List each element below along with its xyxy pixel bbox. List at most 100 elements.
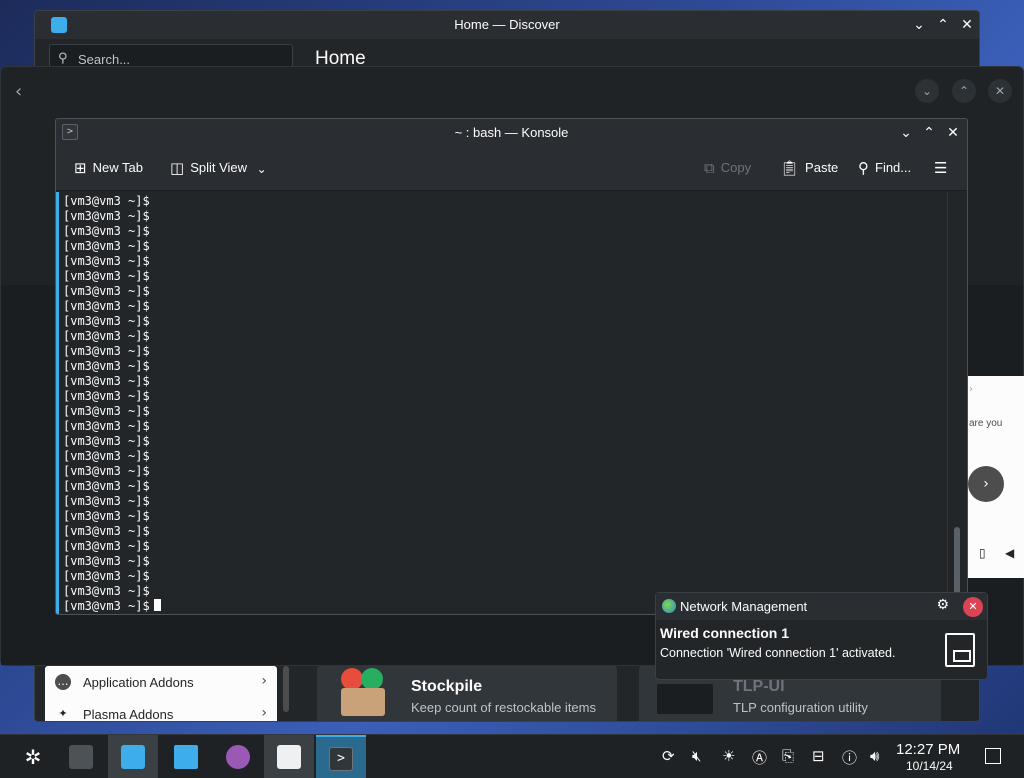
konsole-titlebar[interactable]: > ~ : bash — Konsole ⌄ ⌃ ✕ — [56, 119, 967, 147]
copy-button[interactable]: ⧉ Copy — [704, 159, 751, 179]
sidebar-item-application-addons[interactable]: … Application Addons › — [45, 668, 277, 696]
taskbar-store[interactable] — [264, 735, 314, 778]
chevron-up-icon[interactable]: ⌃ — [952, 79, 976, 103]
copy-label: Copy — [720, 160, 752, 175]
notification-header: Network Management ⚙ ✕ — [656, 593, 987, 620]
discover-icon — [121, 745, 145, 769]
app-launcher-button[interactable]: ✲ — [8, 735, 58, 778]
new-tab-label: New Tab — [92, 160, 143, 175]
dolphin-icon — [174, 745, 198, 769]
split-view-button[interactable]: ◫ Split View ⌄ — [170, 159, 273, 179]
help-icon[interactable]: ⓘ — [842, 747, 857, 768]
terminal-line: [vm3@vm3 ~]$ — [63, 584, 150, 598]
chevron-down-icon: ⌄ — [256, 162, 267, 176]
search-icon: ⚲ — [858, 159, 869, 177]
taskbar-browser[interactable] — [213, 735, 263, 778]
configure-icon[interactable]: ⚙ — [936, 597, 949, 613]
terminal-line: [vm3@vm3 ~]$ — [63, 524, 150, 538]
close-icon[interactable]: ✕ — [943, 123, 963, 143]
terminal-view[interactable]: [vm3@vm3 ~]$ [vm3@vm3 ~]$ [vm3@vm3 ~]$ [vm3… — [56, 192, 948, 614]
terminal-line: [vm3@vm3 ~]$ — [63, 299, 150, 313]
network-wired-icon — [945, 633, 975, 667]
terminal-line: [vm3@vm3 ~]$ — [63, 434, 150, 448]
terminal-line: [vm3@vm3 ~]$ — [63, 419, 150, 433]
brightness-icon[interactable]: ☀ — [722, 747, 735, 765]
volume-mute-icon[interactable]: 🔇︎ — [692, 747, 701, 765]
konsole-window[interactable]: > ~ : bash — Konsole ⌄ ⌃ ✕ ⊞ New Tab ◫ Spl… — [55, 118, 968, 615]
clipboard-icon[interactable]: ⎘ — [782, 747, 794, 765]
chevron-right-icon: › — [261, 705, 267, 721]
network-wired-icon[interactable]: ⊟ — [812, 747, 825, 765]
chevron-right-icon: › — [969, 384, 973, 395]
discover-titlebar[interactable]: Home — Discover ⌄ ⌃ ✕ — [35, 11, 979, 39]
background-window-peek[interactable]: › are you › ▯ ◀ — [965, 376, 1024, 578]
notification-popup[interactable]: Network Management ⚙ ✕ Wired connection … — [655, 592, 988, 680]
taskbar-discover[interactable] — [108, 735, 158, 778]
terminal-cursor — [153, 599, 161, 611]
terminal-output: [vm3@vm3 ~]$ [vm3@vm3 ~]$ [vm3@vm3 ~]$ [vm3… — [63, 194, 161, 614]
app-description: Keep count of restockable items — [411, 700, 596, 715]
terminal-line: [vm3@vm3 ~]$ — [63, 224, 150, 238]
taskbar-dolphin[interactable] — [161, 735, 211, 778]
split-view-label: Split View — [190, 160, 248, 175]
app-name: Stockpile — [411, 678, 483, 695]
find-button[interactable]: ⚲ Find... — [858, 159, 911, 179]
more-icon: … — [55, 674, 71, 690]
search-placeholder: Search... — [78, 52, 131, 67]
scrollbar[interactable] — [283, 666, 289, 712]
app-description: TLP configuration utility — [733, 700, 868, 715]
next-button[interactable]: › — [968, 466, 1004, 502]
paste-button[interactable]: 📋︎ Paste — [780, 159, 838, 179]
back-icon[interactable]: ‹ — [15, 81, 22, 102]
minimize-icon[interactable]: ⌄ — [909, 15, 929, 35]
find-label: Find... — [875, 160, 912, 175]
clock-time[interactable]: 12:27 PM — [896, 741, 960, 758]
app-name: TLP-UI — [733, 678, 785, 695]
terminal-line: [vm3@vm3 ~]$ — [63, 209, 150, 223]
taskbar-system-settings[interactable] — [56, 735, 106, 778]
split-view-icon: ◫ — [170, 159, 185, 177]
terminal-line: [vm3@vm3 ~]$ — [63, 329, 150, 343]
chevron-right-icon: › — [261, 673, 267, 689]
terminal-line: [vm3@vm3 ~]$ — [63, 389, 150, 403]
terminal-line: [vm3@vm3 ~]$ — [63, 374, 150, 388]
updates-icon[interactable]: ⟳ — [662, 747, 675, 765]
terminal-line: [vm3@vm3 ~]$ — [63, 359, 150, 373]
notification-body: Connection 'Wired connection 1' activate… — [660, 646, 896, 660]
network-management-icon — [662, 599, 676, 613]
clipboard-icon: ▯ — [979, 546, 986, 560]
peek-text: are you — [969, 418, 1003, 429]
terminal-scrollbar[interactable] — [947, 192, 967, 614]
app-card-stockpile[interactable]: Stockpile Keep count of restockable item… — [317, 666, 617, 721]
konsole-toolbar: ⊞ New Tab ◫ Split View ⌄ ⧉ Copy 📋︎ Paste ⚲ Fi… — [56, 147, 967, 191]
maximize-icon[interactable]: ⌃ — [933, 15, 953, 35]
taskbar-konsole[interactable]: > — [316, 735, 366, 778]
taskbar: ✲ > ⟳ 🔇︎ ☀ Ⓐ ⎘ ⊟ ⓘ 🔊︎ ⌃ 12:27 PM 10/14/2… — [0, 734, 1024, 778]
paste-label: Paste — [805, 160, 839, 175]
close-icon[interactable]: ✕ — [963, 597, 983, 617]
notification-summary: Wired connection 1 — [660, 625, 790, 641]
maximize-icon[interactable]: ⌃ — [919, 123, 939, 143]
addons-list: … Application Addons › ✦ Plasma Addons › — [45, 666, 277, 721]
hamburger-menu-button[interactable]: ☰ — [934, 159, 953, 179]
show-desktop-icon[interactable] — [985, 748, 1001, 764]
minimize-icon[interactable]: ⌄ — [896, 123, 916, 143]
notification-app-name: Network Management — [680, 599, 808, 614]
chevron-down-icon[interactable]: ⌄ — [915, 79, 939, 103]
clock-date[interactable]: 10/14/24 — [906, 759, 953, 773]
sidebar-item-plasma-addons[interactable]: ✦ Plasma Addons › — [45, 700, 277, 721]
close-icon[interactable]: ✕ — [988, 79, 1012, 103]
input-method-icon[interactable]: Ⓐ — [752, 747, 767, 768]
copy-icon: ⧉ — [704, 159, 715, 177]
terminal-line: [vm3@vm3 ~]$ — [63, 284, 150, 298]
close-icon[interactable]: ✕ — [957, 15, 977, 35]
terminal-line: [vm3@vm3 ~]$ — [63, 404, 150, 418]
volume-icon: ◀ — [1005, 546, 1015, 560]
terminal-line: [vm3@vm3 ~]$ — [63, 554, 150, 568]
konsole-window-title: ~ : bash — Konsole — [454, 125, 569, 140]
plasma-icon: ✦ — [58, 707, 68, 720]
tlp-ui-icon — [657, 684, 713, 714]
new-tab-icon: ⊞ — [74, 159, 87, 177]
stockpile-icon — [341, 666, 385, 721]
new-tab-button[interactable]: ⊞ New Tab — [74, 159, 143, 179]
